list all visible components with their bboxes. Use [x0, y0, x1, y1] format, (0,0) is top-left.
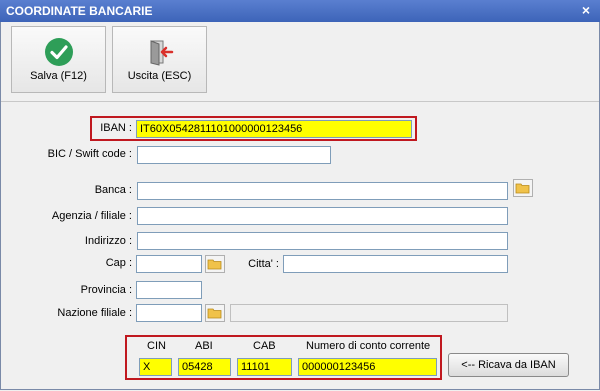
cab-field[interactable]: 11101 [237, 358, 292, 376]
title-bar: COORDINATE BANCARIE × [0, 0, 600, 22]
exit-button[interactable]: Uscita (ESC) [112, 26, 207, 93]
folder-icon[interactable] [205, 304, 225, 322]
iban-label: IBAN : [100, 122, 132, 134]
cin-field[interactable]: X [139, 358, 172, 376]
close-icon[interactable]: × [582, 2, 590, 18]
agenzia-label: Agenzia / filiale : [51, 210, 132, 222]
exit-door-icon [150, 40, 174, 66]
cap-label: Cap : [105, 257, 132, 269]
abi-field[interactable]: 05428 [178, 358, 231, 376]
save-button[interactable]: Salva (F12) [11, 26, 106, 93]
indirizzo-field[interactable] [137, 232, 508, 250]
indirizzo-label: Indirizzo : [84, 235, 132, 247]
nazione-code-field[interactable] [136, 304, 202, 322]
toolbar-divider [1, 101, 599, 102]
save-button-label: Salva (F12) [30, 70, 87, 82]
citta-field[interactable] [283, 255, 508, 273]
folder-icon[interactable] [513, 179, 533, 197]
exit-button-label: Uscita (ESC) [127, 70, 192, 82]
folder-icon[interactable] [205, 255, 225, 273]
cap-field[interactable] [136, 255, 202, 273]
window-title: COORDINATE BANCARIE [6, 4, 153, 18]
cin-header: CIN [147, 340, 166, 352]
cab-header: CAB [253, 340, 276, 352]
checkmark-icon [45, 38, 73, 66]
bic-field[interactable] [137, 146, 331, 164]
bic-label: BIC / Swift code : [47, 148, 132, 160]
citta-label: Citta' : [248, 258, 279, 270]
ricava-da-iban-button[interactable]: <-- Ricava da IBAN [448, 353, 569, 377]
conto-header: Numero di conto corrente [306, 340, 431, 352]
dialog-body: Salva (F12) Uscita (ESC) IBAN : IT60X054… [0, 22, 600, 390]
agenzia-field[interactable] [137, 207, 508, 225]
iban-field[interactable]: IT60X0542811101000000123456 [136, 120, 412, 138]
banca-field[interactable] [137, 182, 508, 200]
banca-label: Banca : [94, 184, 132, 196]
provincia-label: Provincia : [80, 284, 132, 296]
conto-field[interactable]: 000000123456 [298, 358, 437, 376]
abi-header: ABI [195, 340, 213, 352]
provincia-field[interactable] [136, 281, 202, 299]
nazione-name-field [230, 304, 508, 322]
nazione-label: Nazione filiale : [57, 307, 132, 319]
